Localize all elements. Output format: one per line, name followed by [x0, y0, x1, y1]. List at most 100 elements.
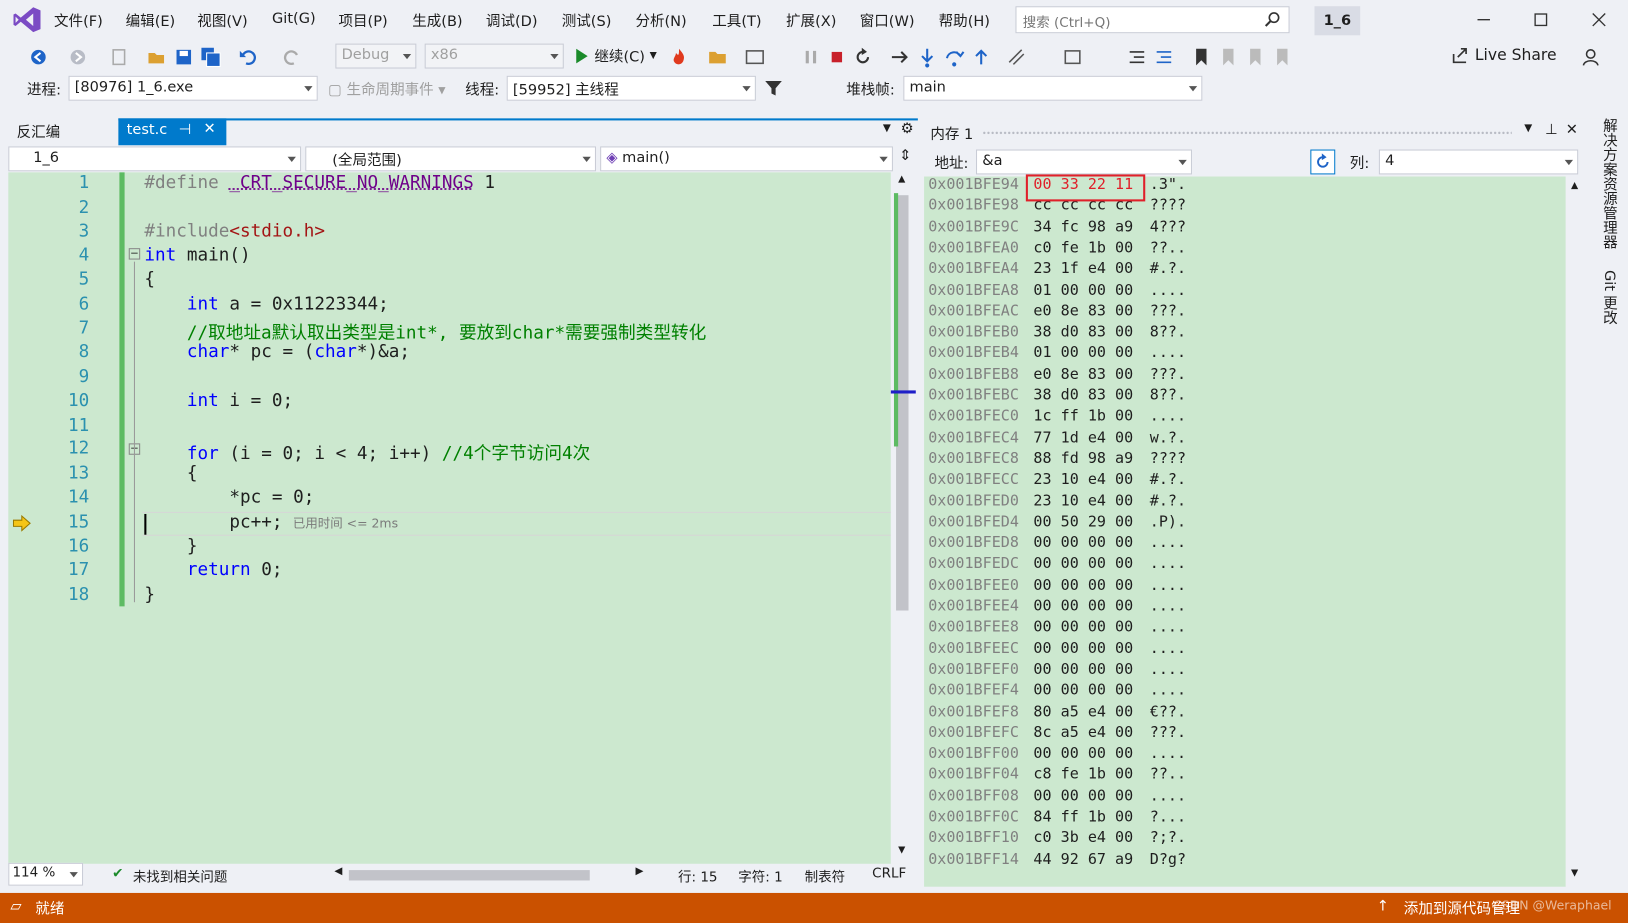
memory-bytes[interactable]: c8 fe 1b 00 — [1033, 767, 1133, 784]
function-select[interactable]: ◈ main() — [600, 146, 893, 172]
diagnostics-icon[interactable] — [743, 46, 766, 69]
memory-row[interactable]: 0x001BFEB8 e0 8e 83 00???. — [928, 366, 1186, 387]
feedback-icon[interactable] — [1580, 46, 1603, 69]
menu-item-7[interactable]: 测试(S) — [562, 10, 612, 31]
editor-vertical-scrollbar[interactable]: ▲ ▼ — [890, 172, 916, 864]
memory-bytes[interactable]: e0 8e 83 00 — [1033, 303, 1133, 320]
memory-bytes[interactable]: 00 00 00 00 — [1033, 788, 1133, 805]
pin-icon[interactable]: ⊣ — [179, 121, 192, 138]
navigate-forward-icon[interactable] — [66, 46, 89, 69]
memory-row[interactable]: 0x001BFEDC 00 00 00 00.... — [928, 556, 1186, 577]
save-icon[interactable] — [172, 46, 195, 69]
restart-icon[interactable] — [851, 46, 874, 69]
menu-item-2[interactable]: 视图(V) — [197, 10, 247, 31]
columns-select[interactable]: 4 — [1378, 149, 1579, 175]
memory-bytes[interactable]: 38 d0 83 00 — [1033, 324, 1133, 341]
maximize-icon[interactable] — [1529, 8, 1552, 31]
line-ending[interactable]: CRLF — [872, 866, 906, 882]
tab-test-c[interactable]: test.c ⊣ ✕ — [118, 118, 227, 146]
memory-bytes[interactable]: 23 10 e4 00 — [1033, 472, 1133, 489]
memory-row[interactable]: 0x001BFF14 44 92 67 a9 D?g? — [928, 851, 1186, 872]
memory-row[interactable]: 0x001BFF04 c8 fe 1b 00??.. — [928, 767, 1186, 788]
memory-row[interactable]: 0x001BFEA8 01 00 00 00.... — [928, 282, 1186, 303]
stack-frame-select[interactable]: main — [903, 75, 1203, 101]
memory-grid[interactable]: 0x001BFE94 00 33 22 11.3". 0x001BFE98 cc cc… — [924, 176, 1566, 887]
memory-bytes[interactable]: 01 00 00 00 — [1033, 282, 1133, 299]
menu-item-6[interactable]: 调试(D) — [486, 10, 538, 31]
memory-bytes[interactable]: 80 a5 e4 00 — [1033, 703, 1133, 720]
memory-row[interactable]: 0x001BFE9C 34 fc 98 a9 4??? — [928, 219, 1186, 240]
memory-bytes[interactable]: 00 00 00 00 — [1033, 661, 1133, 678]
menu-item-9[interactable]: 工具(T) — [712, 10, 761, 31]
memory-row[interactable]: 0x001BFF08 00 00 00 00.... — [928, 788, 1186, 809]
continue-button[interactable]: 继续(C) ▼ — [573, 46, 657, 69]
memory-bytes[interactable]: 00 00 00 00 — [1033, 682, 1133, 699]
menu-item-10[interactable]: 扩展(X) — [786, 10, 836, 31]
bookmark-icon[interactable] — [1190, 46, 1213, 69]
step-out-icon[interactable] — [970, 46, 993, 69]
lifecycle-events-button[interactable]: ▢ 生命周期事件 ▾ — [328, 79, 446, 100]
memory-row[interactable]: 0x001BFED4 00 50 29 00 .P). — [928, 514, 1186, 535]
uncomment-icon[interactable] — [1153, 46, 1176, 69]
perf-tip[interactable]: 已用时间 <= 2ms — [293, 516, 398, 531]
open-file-icon[interactable] — [145, 46, 168, 69]
scroll-up-icon[interactable]: ▲ — [898, 174, 905, 184]
memory-row[interactable]: 0x001BFED0 23 10 e4 00 #.?. — [928, 493, 1186, 514]
memory-row[interactable]: 0x001BFEF0 00 00 00 00.... — [928, 661, 1186, 682]
memory-row[interactable]: 0x001BFF0C 84 ff 1b 00?... — [928, 809, 1186, 830]
memory-bytes[interactable]: 84 ff 1b 00 — [1033, 809, 1133, 826]
thread-select[interactable]: [59952] 主线程 — [506, 75, 756, 101]
step-over-icon[interactable] — [943, 46, 966, 69]
scope-select[interactable]: (全局范围) — [305, 146, 596, 172]
memory-bytes[interactable]: 01 00 00 00 — [1033, 345, 1133, 362]
memory-bytes[interactable]: 1c ff 1b 00 — [1033, 408, 1133, 425]
memory-bytes[interactable]: e0 8e 83 00 — [1033, 366, 1133, 383]
memory-bytes[interactable]: 00 00 00 00 — [1033, 577, 1133, 594]
memory-row[interactable]: 0x001BFEBC 38 d0 83 00 8??. — [928, 387, 1186, 408]
live-share-button[interactable]: Live Share — [1452, 46, 1557, 64]
memory-row[interactable]: 0x001BFED8 00 00 00 00.... — [928, 535, 1186, 556]
menu-item-5[interactable]: 生成(B) — [412, 10, 462, 31]
memory-row[interactable]: 0x001BFEF4 00 00 00 00.... — [928, 682, 1186, 703]
memory-row[interactable]: 0x001BFF00 00 00 00 00.... — [928, 746, 1186, 767]
memory-scroll-down-icon[interactable]: ▼ — [1571, 868, 1578, 878]
memory-row[interactable]: 0x001BFEE8 00 00 00 00.... — [928, 619, 1186, 640]
window-menu-icon[interactable]: ▼ — [1524, 123, 1532, 134]
memory-row[interactable]: 0x001BFEC0 1c ff 1b 00.... — [928, 408, 1186, 429]
memory-bytes[interactable]: 8c a5 e4 00 — [1033, 725, 1133, 742]
save-all-icon[interactable] — [199, 46, 222, 69]
horizontal-scroll-thumb[interactable] — [348, 870, 590, 881]
zoom-select[interactable]: 114 % — [8, 862, 84, 886]
tab-disassembly[interactable]: 反汇编 — [8, 118, 68, 145]
configuration-select[interactable]: Debug — [335, 43, 417, 69]
memory-row[interactable]: 0x001BFEEC 00 00 00 00.... — [928, 640, 1186, 661]
issues-status[interactable]: 未找到相关问题 — [133, 866, 228, 886]
memory-bytes[interactable]: 00 00 00 00 — [1033, 598, 1133, 615]
comment-out-icon[interactable] — [1126, 46, 1149, 69]
solution-explorer-tab[interactable]: 解决方案资源管理器 — [1599, 118, 1620, 249]
memory-row[interactable]: 0x001BFEA4 23 1f e4 00 #.?. — [928, 261, 1186, 282]
hot-reload-icon[interactable] — [668, 46, 691, 69]
memory-scrollbar[interactable]: ▲ ▼ — [1565, 176, 1587, 887]
memory-bytes[interactable]: 88 fd 98 a9 — [1033, 451, 1133, 468]
close-icon[interactable] — [1588, 8, 1611, 31]
memory-row[interactable]: 0x001BFEC8 88 fd 98 a9???? — [928, 451, 1186, 472]
clear-bookmarks-icon[interactable] — [1271, 46, 1294, 69]
memory-row[interactable]: 0x001BFEE0 00 00 00 00.... — [928, 577, 1186, 598]
memory-bytes[interactable]: 00 00 00 00 — [1033, 556, 1133, 573]
menu-item-11[interactable]: 窗口(W) — [860, 10, 915, 31]
hscroll-left-icon[interactable]: ◀ — [334, 866, 342, 877]
memory-bytes[interactable]: 23 1f e4 00 — [1033, 261, 1133, 278]
memory-row[interactable]: 0x001BFF10 c0 3b e4 00?;?. — [928, 830, 1186, 851]
project-select[interactable]: 1_6 — [8, 146, 302, 172]
scroll-down-icon[interactable]: ▼ — [898, 845, 905, 855]
settings-gear-icon[interactable]: ⚙ — [901, 120, 914, 137]
menu-item-3[interactable]: Git(G) — [272, 10, 316, 27]
memory-row[interactable]: 0x001BFEE4 00 00 00 00.... — [928, 598, 1186, 619]
folder-icon[interactable] — [706, 46, 729, 69]
menu-item-12[interactable]: 帮助(H) — [939, 10, 990, 31]
hex-display-icon[interactable] — [1005, 46, 1028, 69]
indent-mode[interactable]: 制表符 — [805, 866, 846, 886]
next-bookmark-icon[interactable] — [1244, 46, 1267, 69]
memory-bytes[interactable]: 77 1d e4 00 — [1033, 429, 1133, 446]
